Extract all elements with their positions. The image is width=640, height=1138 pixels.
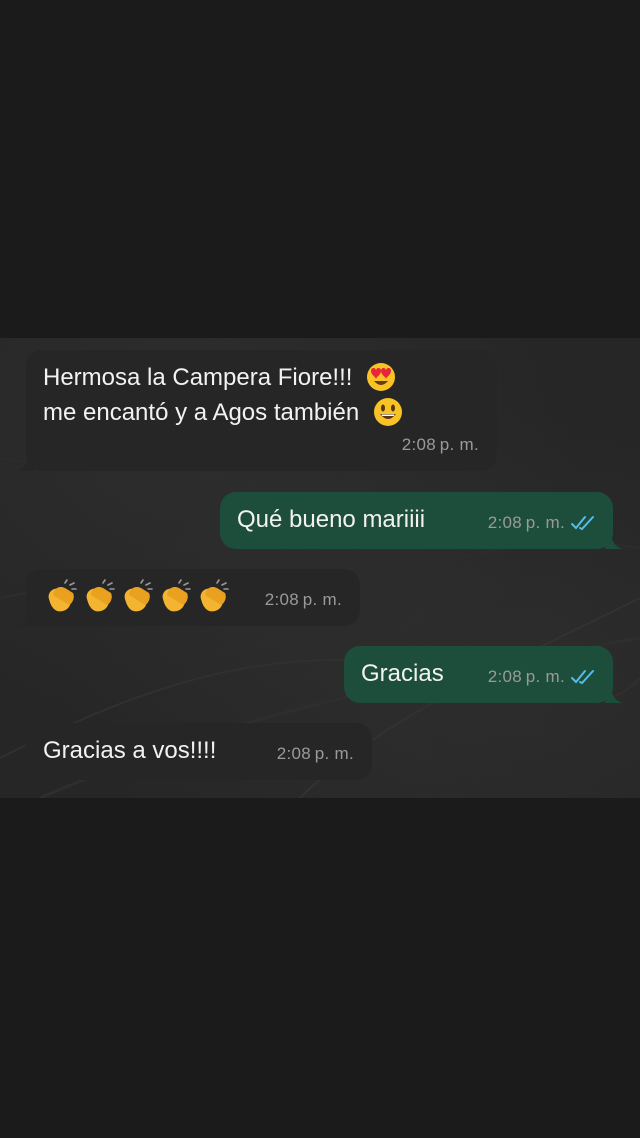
message-bubble-incoming[interactable]: Hermosa la Campera Fiore!!! me encantó y… bbox=[16, 350, 497, 471]
double-check-icon bbox=[571, 515, 594, 530]
message-bubble-outgoing[interactable]: Qué bueno mariiii 2:08 p. m. bbox=[220, 492, 623, 549]
emoji-row bbox=[43, 579, 233, 625]
message-text: me encantó y a Agos también bbox=[43, 399, 360, 426]
message-text-line: Hermosa la Campera Fiore!!! bbox=[43, 360, 397, 395]
grinning-face-emoji-icon bbox=[373, 397, 402, 426]
bubble-tail bbox=[605, 531, 623, 549]
message-timestamp: 2:08 p. m. bbox=[401, 435, 479, 454]
message-meta: 2:08 p. m. bbox=[488, 659, 597, 694]
message-meta: 2:08 p. m. bbox=[402, 427, 479, 462]
message-bubble-outgoing[interactable]: Gracias 2:08 p. m. bbox=[344, 646, 623, 703]
message-meta: 2:08 p. m. bbox=[265, 582, 342, 617]
chat-area[interactable]: Hermosa la Campera Fiore!!! me encantó y… bbox=[0, 338, 640, 798]
message-text: Qué bueno mariiii bbox=[237, 506, 426, 533]
bubble-tail bbox=[16, 453, 34, 471]
message-text: Gracias bbox=[361, 660, 444, 687]
message-timestamp: 2:08 p. m. bbox=[487, 513, 565, 532]
message-text: Gracias a vos!!!! bbox=[43, 737, 217, 764]
screenshot-frame: Hermosa la Campera Fiore!!! me encantó y… bbox=[0, 0, 640, 1138]
message-bubble-incoming[interactable]: 2:08 p. m. bbox=[16, 569, 360, 626]
message-text: Hermosa la Campera Fiore!!! bbox=[43, 364, 353, 391]
double-check-icon bbox=[571, 669, 594, 684]
heart-eyes-emoji-icon bbox=[367, 362, 396, 391]
bubble-tail bbox=[16, 762, 34, 780]
bubble-tail bbox=[605, 685, 623, 703]
bubble-tail bbox=[16, 608, 34, 626]
message-meta: 2:08 p. m. bbox=[488, 505, 597, 540]
message-timestamp: 2:08 p. m. bbox=[487, 667, 565, 686]
clapping-hands-emoji-icon bbox=[48, 579, 229, 613]
message-text-line: me encantó y a Agos también bbox=[43, 395, 404, 430]
message-timestamp: 2:08 p. m. bbox=[264, 590, 342, 609]
message-bubble-incoming[interactable]: Gracias a vos!!!! 2:08 p. m. bbox=[16, 723, 372, 780]
message-meta: 2:08 p. m. bbox=[277, 736, 354, 771]
message-timestamp: 2:08 p. m. bbox=[276, 744, 354, 763]
